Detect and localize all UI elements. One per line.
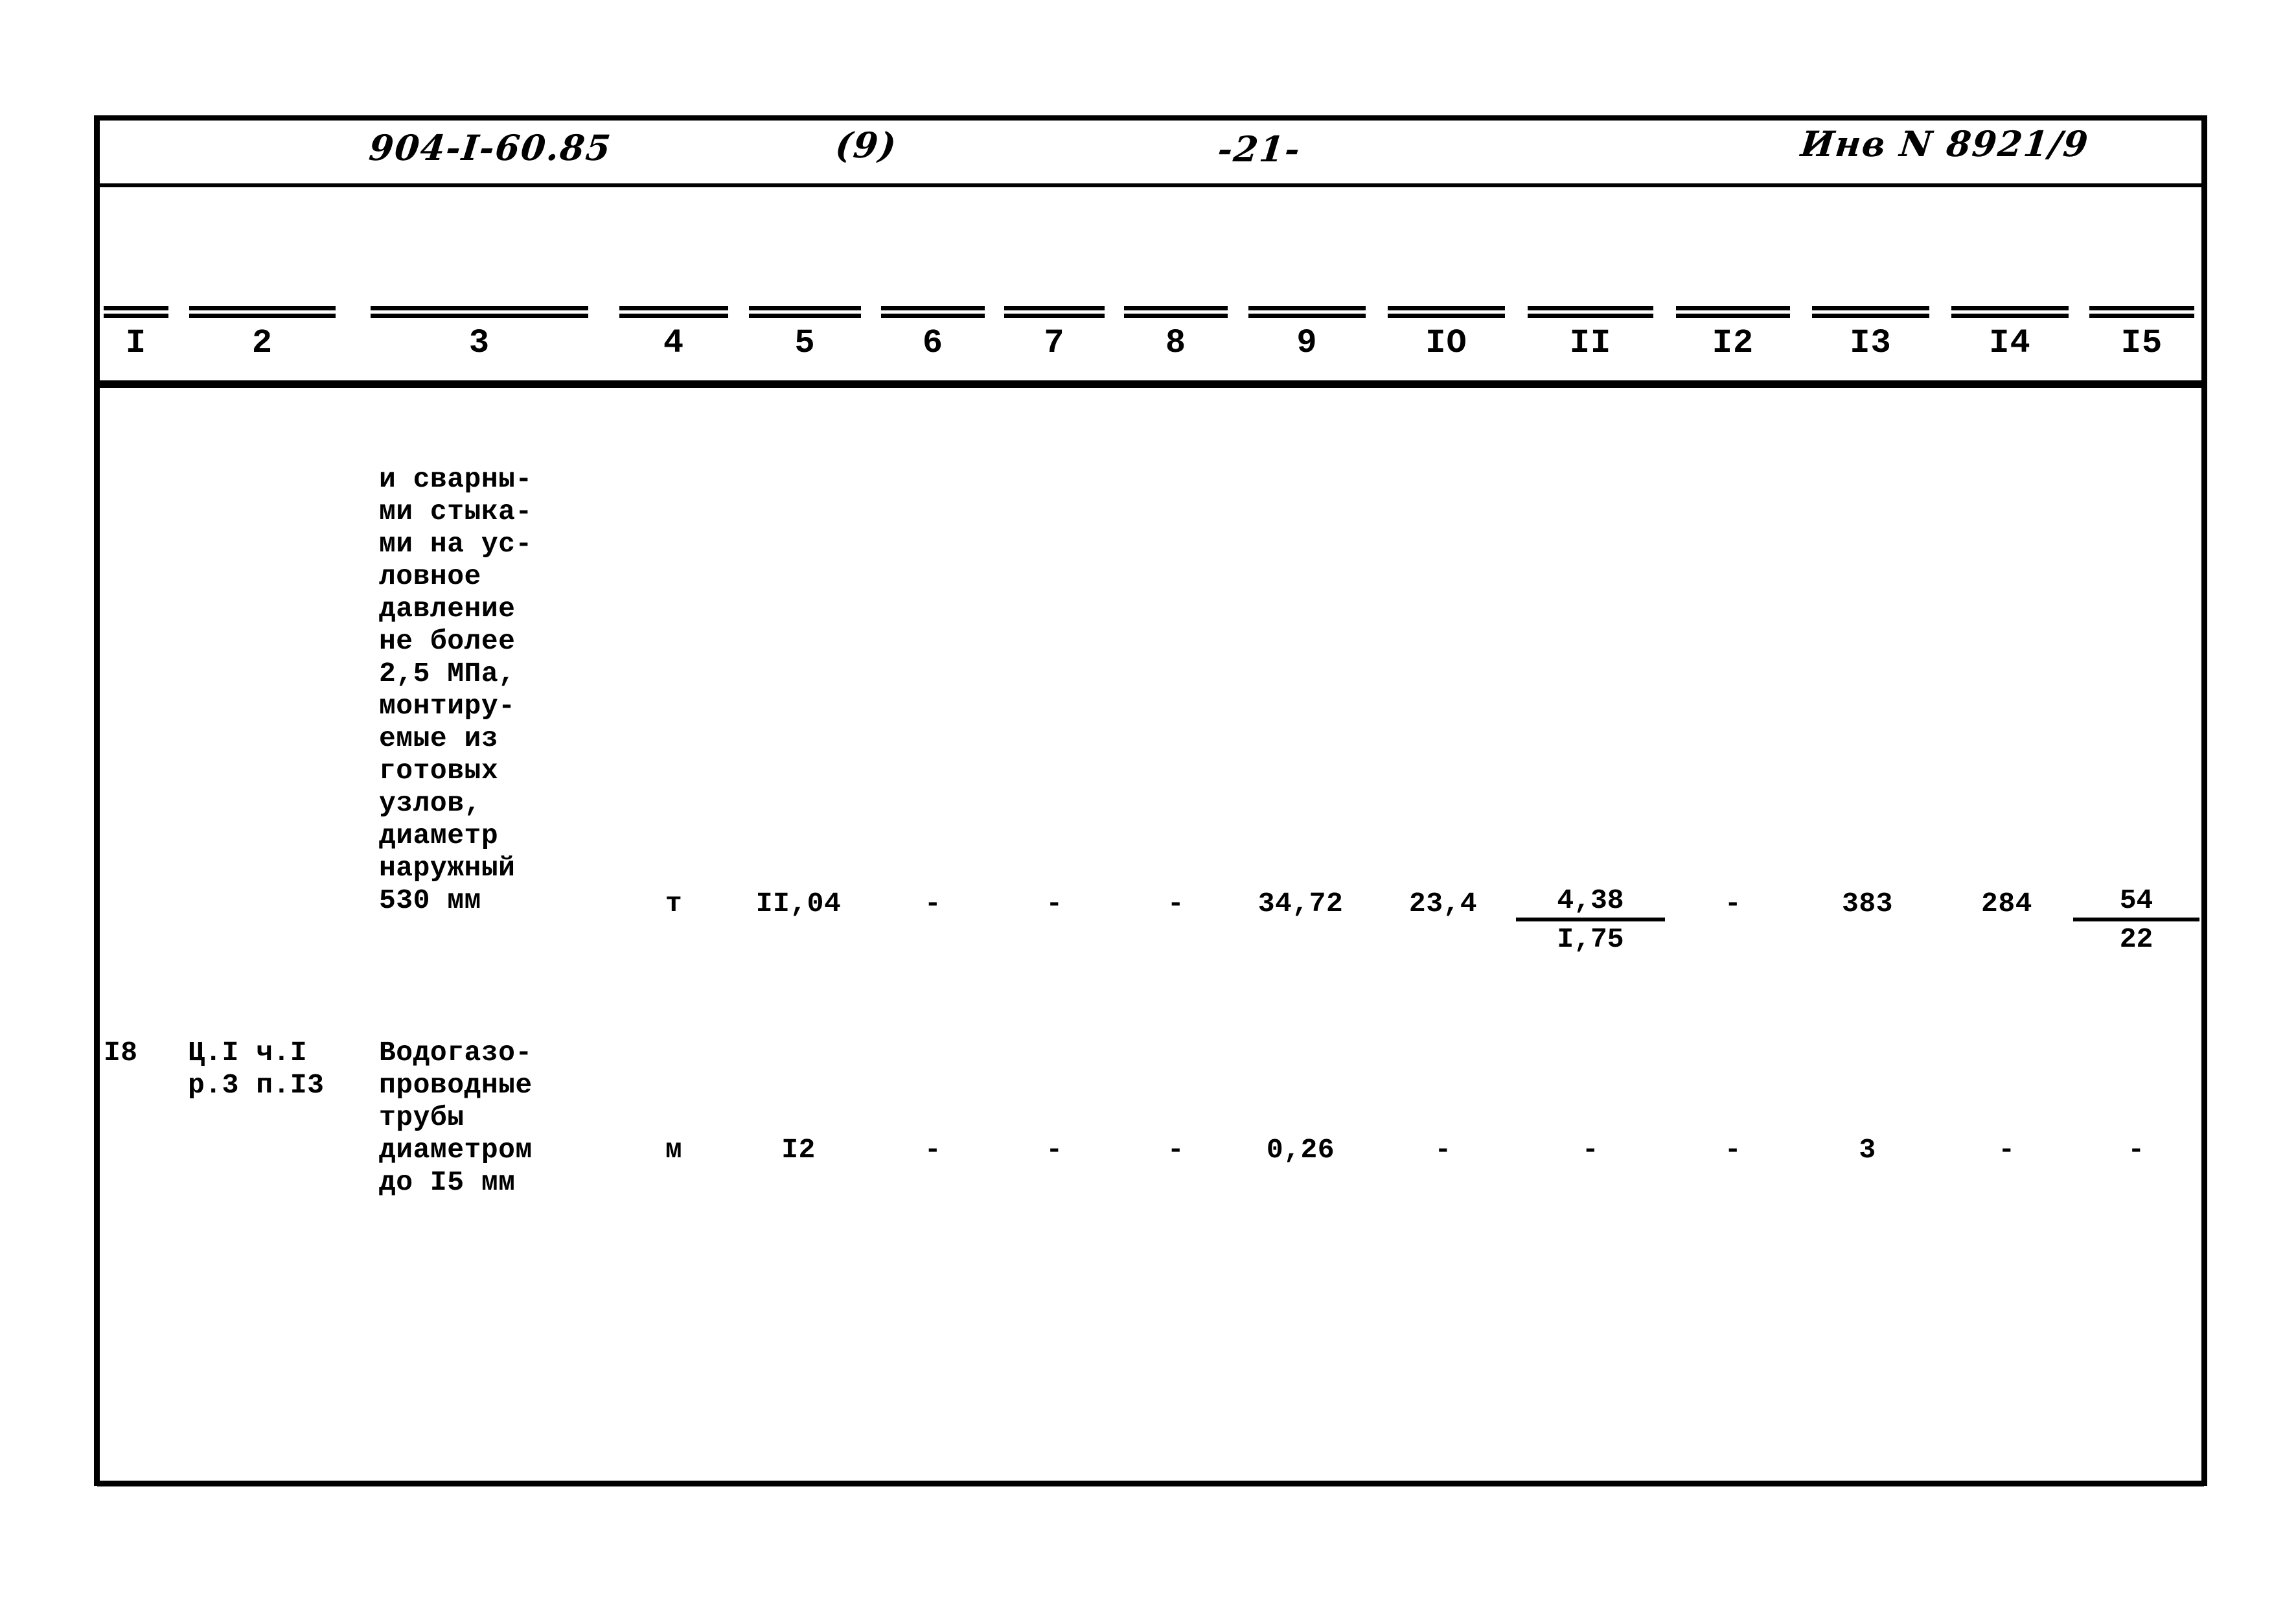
- column-number-label: 4: [663, 324, 685, 362]
- column-number-12: I2: [1665, 305, 1801, 379]
- column-number-label: I4: [1989, 324, 2031, 362]
- row-18-col15: -: [2128, 1134, 2145, 1166]
- row-18-unit: м: [665, 1134, 683, 1166]
- column-rule-1: [103, 306, 169, 318]
- column-number-label: 3: [468, 324, 490, 362]
- row-continued-col11-fraction: 4,38 I,75: [1516, 884, 1665, 956]
- row-continued-col7: -: [1046, 888, 1063, 919]
- row-18-col7: -: [1046, 1134, 1063, 1166]
- column-rule-14: [1951, 306, 2069, 318]
- column-number-14: I4: [1940, 305, 2080, 379]
- column-number-label: II: [1569, 324, 1612, 362]
- sheet-marker: (9): [833, 124, 900, 166]
- row-continued-col8: -: [1167, 888, 1185, 919]
- fraction-denominator: 22: [2119, 923, 2153, 955]
- header-separator-rule: [98, 183, 2204, 187]
- column-number-3: 3: [350, 305, 609, 379]
- column-number-5: 5: [739, 305, 871, 379]
- column-number-label: 6: [922, 324, 944, 362]
- column-number-10: IO: [1377, 305, 1516, 379]
- column-number-label: 5: [794, 324, 816, 362]
- row-18-col13: 3: [1859, 1134, 1876, 1166]
- page-header-row: 904-I-60.85 (9) -21- Инв N 8921/9: [97, 121, 2204, 183]
- column-number-2: 2: [175, 305, 350, 379]
- column-number-8: 8: [1114, 305, 1237, 379]
- column-number-label: I2: [1712, 324, 1754, 362]
- column-rule-10: [1388, 306, 1505, 318]
- row-18-col12: -: [1724, 1134, 1742, 1166]
- column-number-label: I3: [1850, 324, 1892, 362]
- column-rule-13: [1812, 306, 1929, 318]
- row-continued-col5: II,04: [755, 888, 842, 919]
- column-number-row: I 2 3 4 5 6 7 8 9 IO II I2 I3 I4 I5: [97, 305, 2204, 379]
- table-body: и сварны- ми стыка- ми на ус- ловное дав…: [97, 389, 2204, 1481]
- column-number-label: I: [125, 324, 147, 362]
- column-number-bottom-rule: [97, 380, 2204, 388]
- row-continued-col13: 383: [1842, 888, 1893, 919]
- column-number-11: II: [1516, 305, 1665, 379]
- column-number-1: I: [97, 305, 175, 379]
- column-number-label: 2: [251, 324, 273, 362]
- column-rule-7: [1004, 306, 1105, 318]
- row-18-col9: 0,26: [1266, 1134, 1335, 1166]
- column-number-label: I5: [2120, 324, 2163, 362]
- frame-bottom-border: [97, 1481, 2204, 1486]
- row-continued-col15-fraction: 54 22: [2073, 884, 2199, 956]
- column-rule-6: [881, 306, 985, 318]
- row-18-number: I8: [104, 1037, 138, 1069]
- inventory-number: Инв N 8921/9: [1798, 123, 2091, 165]
- column-number-label: IO: [1425, 324, 1467, 362]
- column-rule-3: [371, 306, 588, 318]
- row-continued-col12: -: [1724, 888, 1742, 919]
- row-continued-unit: т: [665, 888, 683, 919]
- row-continued-col14: 284: [1981, 888, 2032, 919]
- column-number-13: I3: [1801, 305, 1940, 379]
- row-18-reference: Ц.I ч.I р.3 п.I3: [188, 1037, 325, 1101]
- column-number-6: 6: [871, 305, 994, 379]
- row-continued-description: и сварны- ми стыка- ми на ус- ловное дав…: [379, 463, 533, 916]
- column-rule-8: [1124, 306, 1228, 318]
- page-number: -21-: [1215, 128, 1303, 170]
- row-18-col10: -: [1434, 1134, 1452, 1166]
- fraction-numerator: 54: [2073, 884, 2199, 921]
- fraction-numerator: 4,38: [1516, 884, 1665, 921]
- column-number-label: 9: [1296, 324, 1318, 362]
- column-rule-15: [2089, 306, 2194, 318]
- column-rule-5: [749, 306, 861, 318]
- row-continued-col10: 23,4: [1408, 888, 1478, 919]
- column-number-label: 7: [1044, 324, 1065, 362]
- column-number-15: I5: [2080, 305, 2204, 379]
- row-18-col6: -: [924, 1134, 942, 1166]
- column-number-9: 9: [1237, 305, 1377, 379]
- document-code: 904-I-60.85: [367, 127, 614, 168]
- row-continued-col6: -: [924, 888, 942, 919]
- row-18-col8: -: [1167, 1134, 1185, 1166]
- row-continued-col9: 34,72: [1257, 888, 1344, 919]
- column-rule-4: [619, 306, 728, 318]
- row-18-description: Водогазо- проводные трубы диаметром до I…: [379, 1037, 533, 1198]
- column-rule-9: [1248, 306, 1366, 318]
- column-number-7: 7: [994, 305, 1114, 379]
- row-18-col14: -: [1998, 1134, 2015, 1166]
- column-rule-12: [1675, 306, 1791, 318]
- column-number-label: 8: [1165, 324, 1187, 362]
- row-18-col5: I2: [781, 1134, 816, 1166]
- column-rule-11: [1528, 306, 1653, 318]
- row-18-col11: -: [1581, 1134, 1600, 1166]
- column-number-4: 4: [609, 305, 739, 379]
- fraction-denominator: I,75: [1557, 923, 1624, 955]
- column-rule-2: [189, 306, 336, 318]
